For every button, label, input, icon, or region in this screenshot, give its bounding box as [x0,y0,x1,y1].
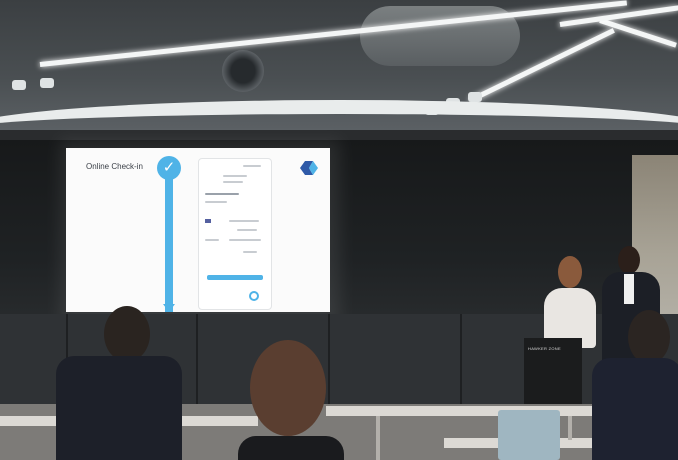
panel-seam [328,314,330,404]
panel-seam [196,314,198,404]
dark-jacket [56,356,182,460]
phone-text-line [237,229,257,231]
head [628,310,670,364]
table-leg [568,416,572,440]
phone-text-line [205,193,239,195]
projection-screen: Online Check-in ✓ [66,148,330,312]
phone-text-line [229,239,261,241]
head [618,246,640,274]
card-chip [205,219,211,223]
dark-jacket [238,436,344,460]
spotlight [40,78,54,88]
head [104,306,150,362]
arrow-down-icon [163,304,175,312]
podium-label: HAWKER ZONE [528,346,561,351]
phone-text-line [205,201,227,203]
timeline-line [165,172,173,312]
white-shirt [624,274,634,304]
spotlight [468,92,482,102]
head [250,340,326,436]
phone-text-line [229,220,259,222]
table [326,406,606,416]
table-leg [376,416,380,460]
phone-text-line [223,181,243,183]
spotlight [12,80,26,90]
head [558,256,582,288]
phone-text-line [205,239,219,241]
checkmark-icon: ✓ [157,156,181,180]
round-vent [222,50,264,92]
phone-fab [249,291,259,301]
phone-text-line [223,175,247,177]
phone-text-line [243,251,257,253]
dark-jacket [592,358,678,460]
chair [498,410,560,460]
phone-mockup [198,158,272,310]
conference-room-photo: Online Check-in ✓ HAWKER ZONE [0,0,678,460]
podium: HAWKER ZONE [524,338,582,408]
panel-seam [460,314,462,404]
phone-text-line [243,165,261,167]
slide-title: Online Check-in [86,162,143,171]
brand-logo-icon [300,161,318,175]
phone-action-button [207,275,263,280]
